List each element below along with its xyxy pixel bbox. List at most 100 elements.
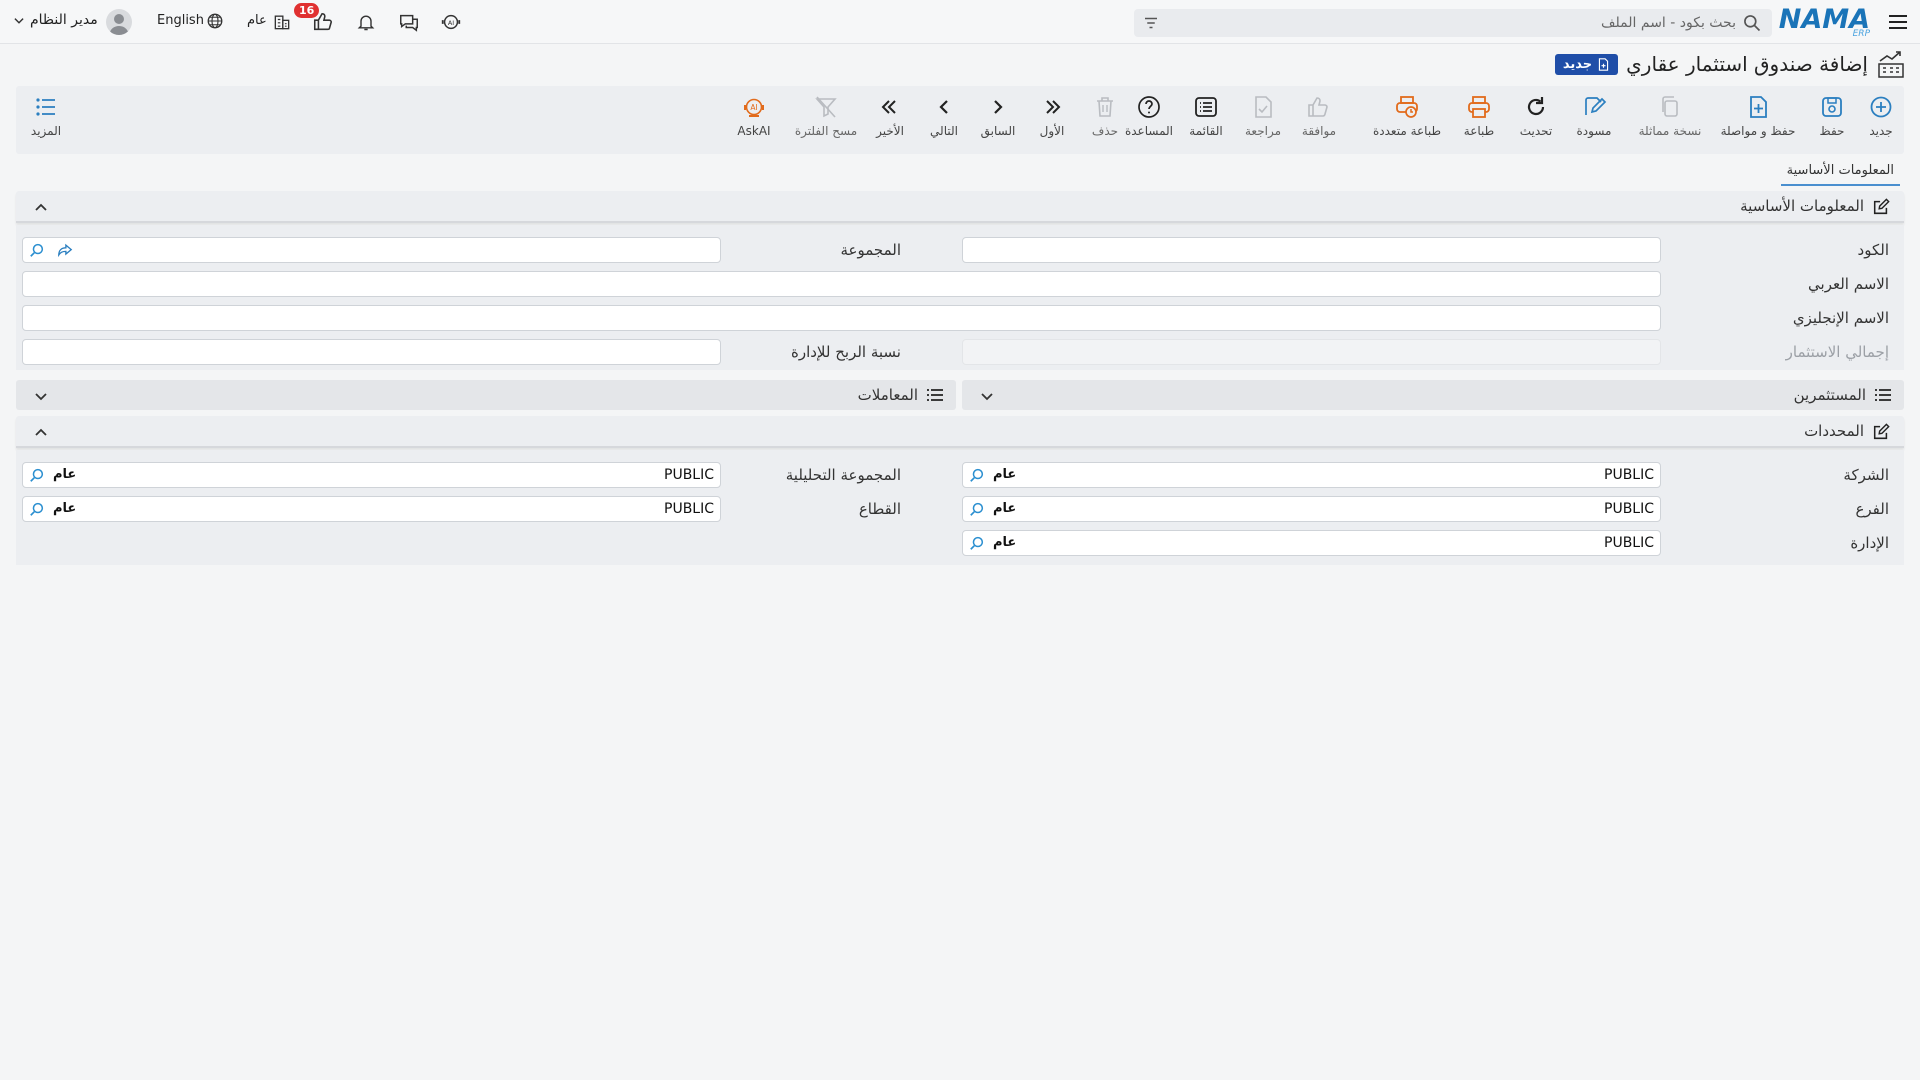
- delete-label: حذف: [1091, 124, 1119, 138]
- department-field[interactable]: PUBLIC عام: [962, 530, 1661, 556]
- top-bar: NAMA ERP مدير النظام English عام 16: [0, 0, 1920, 44]
- chevron-down-icon[interactable]: [980, 389, 994, 403]
- menu-icon[interactable]: [1886, 10, 1910, 34]
- logo-subtext: ERP: [1852, 29, 1870, 39]
- code-label: الكود: [1857, 241, 1889, 259]
- print-button[interactable]: طباعة: [1444, 94, 1514, 150]
- real-estate-chart-icon: [1876, 49, 1906, 79]
- save-continue-label: حفظ و مواصلة: [1720, 124, 1796, 138]
- previous-icon: [985, 94, 1011, 120]
- multi-print-label: طباعة متعددة: [1372, 124, 1441, 138]
- basic-info-panel: الكود المجموعة الاسم العربي الاسم الإنجل…: [16, 225, 1904, 370]
- arabic-name-label: الاسم العربي: [1808, 275, 1889, 293]
- total-investment-label: إجمالي الاستثمار: [1785, 343, 1889, 361]
- share-icon[interactable]: [57, 243, 73, 258]
- multi-print-icon: [1394, 94, 1420, 120]
- clear-filter-button[interactable]: مسح الفلترة: [788, 94, 864, 150]
- search-icon[interactable]: [969, 501, 985, 517]
- previous-button[interactable]: السابق: [970, 94, 1026, 150]
- search-icon[interactable]: [969, 467, 985, 483]
- department-tag: عام: [993, 535, 1017, 550]
- mgmt-profit-field[interactable]: [22, 339, 721, 365]
- approve-icon: [1306, 94, 1332, 120]
- refresh-icon: [1523, 94, 1549, 120]
- copy-icon: [1657, 94, 1683, 120]
- arabic-name-field[interactable]: [22, 271, 1661, 297]
- page-title: إضافة صندوق استثمار عقاري: [1626, 52, 1868, 76]
- chevron-down-icon[interactable]: [12, 14, 26, 28]
- ai-assistant-icon[interactable]: AI: [440, 11, 462, 33]
- code-field[interactable]: [962, 237, 1661, 263]
- tab-basic-info[interactable]: المعلومات الأساسية: [1780, 161, 1900, 186]
- new-document-icon: [1599, 57, 1609, 71]
- english-name-field[interactable]: [22, 305, 1661, 331]
- save-button[interactable]: حفظ: [1797, 94, 1867, 150]
- ask-ai-icon: AI: [741, 94, 767, 120]
- chevron-up-icon[interactable]: [34, 200, 48, 214]
- search-icon[interactable]: [969, 535, 985, 551]
- analysis-group-tag: عام: [53, 467, 77, 482]
- ask-ai-button[interactable]: AI AskAI: [726, 94, 782, 150]
- branch-tag: عام: [993, 501, 1017, 516]
- chevron-up-icon[interactable]: [34, 425, 48, 439]
- tab-bar: المعلومات الأساسية: [1780, 160, 1900, 186]
- search-icon[interactable]: [29, 242, 45, 258]
- building-icon[interactable]: [272, 12, 292, 32]
- branch-label: الفرع: [1855, 500, 1889, 518]
- company-tag: عام: [993, 467, 1017, 482]
- chat-icon[interactable]: [398, 11, 420, 33]
- bell-icon[interactable]: [356, 11, 376, 33]
- group-label: المجموعة: [840, 241, 901, 259]
- more-button[interactable]: المزيد: [16, 94, 76, 150]
- last-button[interactable]: الأخير: [862, 94, 918, 150]
- duplicate-button[interactable]: نسخة مماثلة: [1631, 94, 1709, 150]
- next-icon: [931, 94, 957, 120]
- dimensions-section-header[interactable]: المحددات: [16, 416, 1904, 448]
- search-box: [1134, 9, 1772, 37]
- chevron-down-icon[interactable]: [34, 389, 48, 403]
- first-button[interactable]: الأول: [1024, 94, 1080, 150]
- transactions-title: المعاملات: [857, 386, 918, 404]
- basic-info-section-header[interactable]: المعلومات الأساسية: [16, 191, 1904, 223]
- user-name[interactable]: مدير النظام: [30, 12, 98, 28]
- logo[interactable]: NAMA ERP: [1779, 4, 1870, 39]
- company-label[interactable]: عام: [247, 13, 267, 28]
- search-icon[interactable]: [29, 501, 45, 517]
- filter-icon[interactable]: [1142, 14, 1160, 32]
- globe-icon[interactable]: [206, 12, 224, 30]
- svg-text:AI: AI: [448, 19, 454, 27]
- search-input[interactable]: [1216, 9, 1736, 37]
- first-icon: [1039, 94, 1065, 120]
- sector-value: PUBLIC: [664, 501, 714, 517]
- english-name-label: الاسم الإنجليزي: [1792, 309, 1889, 327]
- sector-field[interactable]: PUBLIC عام: [22, 496, 721, 522]
- save-continue-button[interactable]: حفظ و مواصلة: [1717, 94, 1799, 150]
- save-continue-icon: [1745, 94, 1771, 120]
- print-label: طباعة: [1463, 124, 1495, 138]
- clear-filter-label: مسح الفلترة: [794, 124, 858, 138]
- language-switch[interactable]: English: [157, 13, 204, 28]
- investors-section-header[interactable]: المستثمرين: [962, 380, 1904, 410]
- department-value: PUBLIC: [1604, 535, 1654, 551]
- company-field[interactable]: PUBLIC عام: [962, 462, 1661, 488]
- delete-button[interactable]: حذف: [1077, 94, 1133, 150]
- avatar[interactable]: [106, 9, 132, 35]
- search-icon[interactable]: [29, 467, 45, 483]
- next-button[interactable]: التالي: [916, 94, 972, 150]
- section-title: المعلومات الأساسية: [1740, 197, 1864, 215]
- sector-label: القطاع: [858, 500, 901, 518]
- department-label: الإدارة: [1850, 534, 1889, 552]
- branch-field[interactable]: PUBLIC عام: [962, 496, 1661, 522]
- group-field[interactable]: [22, 237, 721, 263]
- company-label: الشركة: [1843, 466, 1889, 484]
- total-investment-field: [962, 339, 1661, 365]
- transactions-section-header[interactable]: المعاملات: [16, 380, 956, 410]
- draft-icon: [1581, 94, 1607, 120]
- page-header: إضافة صندوق استثمار عقاري جديد: [1554, 46, 1906, 82]
- status-badge-label: جديد: [1562, 56, 1593, 72]
- search-icon[interactable]: [1742, 13, 1762, 33]
- print-icon: [1466, 94, 1492, 120]
- multi-print-button[interactable]: طباعة متعددة: [1363, 94, 1451, 150]
- analysis-group-field[interactable]: PUBLIC عام: [22, 462, 721, 488]
- list-icon: [1193, 94, 1219, 120]
